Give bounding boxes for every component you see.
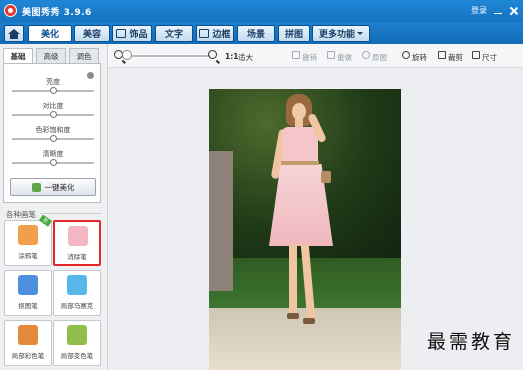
subtab-label: 高级 xyxy=(43,51,59,61)
original-icon xyxy=(362,51,370,59)
toolbar: 1:1 适大 撤销 重做 原图 旋转 裁剪 尺寸 xyxy=(108,44,523,68)
brightness-label: 亮度 xyxy=(46,78,60,86)
saturation-label: 色彩饱和度 xyxy=(35,126,71,134)
tab-text[interactable]: 文字 xyxy=(155,25,193,42)
cutout-pen-button[interactable]: 抠图笔 xyxy=(4,270,52,316)
crop-icon xyxy=(438,51,446,59)
leg xyxy=(289,244,297,314)
tab-label: 文字 xyxy=(164,30,183,40)
one-key-beautify-button[interactable]: 一键美化 xyxy=(10,178,96,196)
belt xyxy=(281,161,319,165)
color-pen-button[interactable]: 局部彩色笔 xyxy=(4,320,52,366)
zoom-slider[interactable] xyxy=(126,55,210,57)
window-controls: 登录 xyxy=(471,5,519,16)
title-bar: 美图秀秀 3.9.6 登录 xyxy=(0,0,523,22)
app-logo-icon xyxy=(4,4,17,17)
tab-scene[interactable]: 场景 xyxy=(237,25,275,42)
adjust-panel: 亮度 对比度 色彩饱和度 清晰度 一键美化 xyxy=(3,63,101,203)
shoe xyxy=(303,318,315,324)
chevron-down-icon xyxy=(357,32,363,35)
pen-label: 消除笔 xyxy=(67,253,87,261)
saturation-thumb[interactable] xyxy=(49,135,57,142)
home-icon xyxy=(8,29,20,39)
crop-button[interactable]: 裁剪 xyxy=(448,52,463,63)
subtab-label: 调色 xyxy=(76,51,92,61)
redo-button[interactable]: 重做 xyxy=(337,52,352,63)
pen-label: 局部彩色笔 xyxy=(11,352,45,360)
new-badge: 新 xyxy=(38,214,52,227)
handbag xyxy=(321,171,331,183)
mosaic-pen-button[interactable]: 局部马赛克 xyxy=(53,270,101,316)
dress-top xyxy=(282,127,318,165)
app-title: 美图秀秀 3.9.6 xyxy=(22,8,92,18)
doodle-pen-button[interactable]: 新 涂鸦笔 xyxy=(4,214,52,266)
pens-section-title: 各种画笔 xyxy=(6,210,36,219)
tab-label: 更多功能 xyxy=(318,30,355,40)
pen-label: 抠图笔 xyxy=(18,302,38,310)
mosaic-pen-icon xyxy=(67,275,87,295)
eraser-pen-button[interactable]: 消除笔 xyxy=(53,220,101,266)
tab-label: 边框 xyxy=(212,30,231,40)
left-panel: 基础 高级 调色 亮度 对比度 色彩饱和度 清晰度 一键美化 各种画笔 新 涂鸦… xyxy=(0,44,108,370)
photo-image[interactable] xyxy=(209,89,401,370)
subtab-basic[interactable]: 基础 xyxy=(3,48,33,64)
redo-icon xyxy=(327,51,335,59)
zoom-one-to-one-button[interactable]: 1:1 xyxy=(225,52,238,61)
subtab-color[interactable]: 调色 xyxy=(69,48,99,64)
tab-accessories[interactable]: 饰品 xyxy=(112,25,152,42)
tab-more-features[interactable]: 更多功能 xyxy=(312,25,370,42)
doodle-pen-icon xyxy=(18,225,38,245)
contrast-label: 对比度 xyxy=(42,102,64,110)
tab-beauty[interactable]: 美容 xyxy=(74,25,110,42)
cutout-pen-icon xyxy=(18,275,38,295)
login-link[interactable]: 登录 xyxy=(471,5,487,16)
tab-beautify[interactable]: 美化 xyxy=(28,25,72,42)
main-tab-bar: 美化 美容 饰品 文字 边框 场景 拼图 更多功能 xyxy=(0,22,523,44)
recolor-pen-button[interactable]: 局部变色笔 xyxy=(53,320,101,366)
tab-label: 场景 xyxy=(246,30,265,40)
zoom-in-icon[interactable] xyxy=(208,50,217,59)
pen-label: 涂鸦笔 xyxy=(18,252,38,260)
color-pen-icon xyxy=(18,325,38,345)
sharpness-thumb[interactable] xyxy=(49,159,57,166)
resize-button[interactable]: 尺寸 xyxy=(482,52,497,63)
background-person xyxy=(209,150,233,292)
eraser-pen-icon xyxy=(68,226,88,246)
watermark: 最需教育 xyxy=(426,331,515,353)
brightness-thumb[interactable] xyxy=(49,87,57,94)
undo-icon xyxy=(292,51,300,59)
tab-label: 拼图 xyxy=(284,30,303,40)
zoom-thumb[interactable] xyxy=(122,50,132,60)
tab-frame[interactable]: 边框 xyxy=(196,25,234,42)
rotate-button[interactable]: 旋转 xyxy=(412,52,427,63)
recolor-pen-icon xyxy=(67,325,87,345)
one-key-label: 一键美化 xyxy=(44,182,75,192)
divider xyxy=(40,213,102,214)
frame-icon xyxy=(199,29,210,38)
shoe xyxy=(287,313,299,319)
contrast-thumb[interactable] xyxy=(49,111,57,118)
subtab-advanced[interactable]: 高级 xyxy=(36,48,66,64)
tab-label: 美容 xyxy=(82,30,101,40)
original-button[interactable]: 原图 xyxy=(372,52,387,63)
sharpness-label: 清晰度 xyxy=(42,150,64,158)
zoom-fit-button[interactable]: 适大 xyxy=(238,52,253,63)
home-tab[interactable] xyxy=(4,25,24,42)
pen-label: 局部马赛克 xyxy=(60,302,94,310)
undo-button[interactable]: 撤销 xyxy=(302,52,317,63)
resize-icon xyxy=(472,51,480,59)
minimize-icon[interactable] xyxy=(493,6,503,16)
subtab-label: 基础 xyxy=(10,51,26,61)
close-icon[interactable] xyxy=(509,6,519,16)
tab-label: 饰品 xyxy=(129,30,148,40)
face xyxy=(292,103,306,120)
rotate-icon xyxy=(402,51,410,59)
canvas-area[interactable] xyxy=(108,68,523,370)
tab-label: 美化 xyxy=(40,30,59,40)
pen-label: 局部变色笔 xyxy=(60,352,94,360)
accessories-icon xyxy=(116,29,127,38)
magic-wand-icon xyxy=(31,182,41,192)
tab-collage[interactable]: 拼图 xyxy=(278,25,310,42)
